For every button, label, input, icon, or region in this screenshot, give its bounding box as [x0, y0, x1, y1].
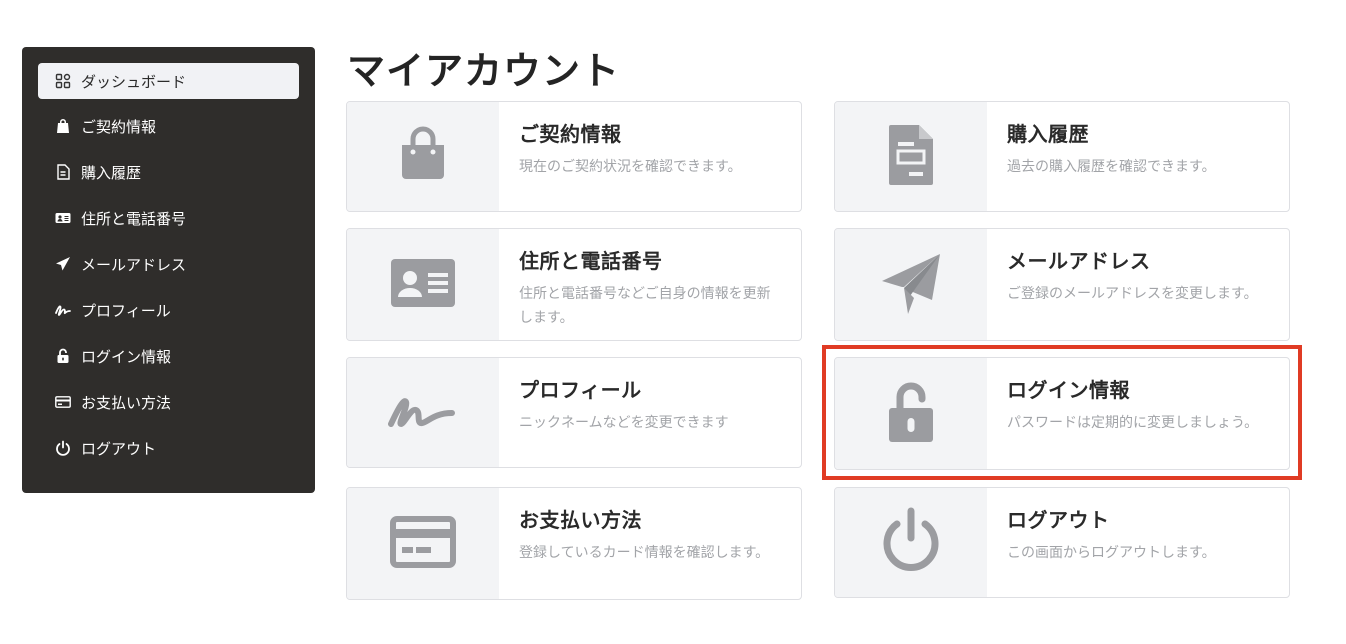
card-description: この画面からログアウトします。: [1007, 545, 1216, 561]
card-body: ご契約情報 現在のご契約状況を確認できます。: [499, 102, 762, 211]
document-icon: [876, 120, 946, 194]
card-purchase-history[interactable]: 購入履歴 過去の購入履歴を確認できます。: [834, 101, 1290, 212]
card-icon-area: [347, 102, 499, 211]
card-body: ログイン情報 パスワードは定期的に変更しましょう。: [987, 358, 1278, 469]
card-body: ログアウト この画面からログアウトします。: [987, 488, 1236, 597]
power-icon: [876, 506, 946, 580]
unlock-icon: [54, 347, 72, 365]
dashboard-icon: [54, 72, 72, 90]
card-description: 住所と電話番号などご自身の情報を更新します。: [519, 286, 771, 326]
card-title: お支払い方法: [519, 508, 642, 532]
unlock-icon: [876, 377, 946, 451]
card-title: メールアドレス: [1007, 249, 1151, 273]
card-icon-area: [347, 229, 499, 340]
power-icon: [54, 439, 72, 457]
card-login-info[interactable]: ログイン情報 パスワードは定期的に変更しましょう。: [834, 357, 1290, 470]
card-icon-area: [835, 488, 987, 597]
page-title: マイアカウント: [347, 49, 621, 93]
card-address[interactable]: 住所と電話番号 住所と電話番号などご自身の情報を更新します。: [346, 228, 802, 341]
sidebar-item-label: ログアウト: [81, 439, 157, 458]
shopping-bag-icon: [54, 117, 72, 135]
sidebar-item-email[interactable]: メールアドレス: [38, 246, 299, 282]
card-profile[interactable]: プロフィール ニックネームなどを変更できます: [346, 357, 802, 468]
paper-plane-icon: [54, 255, 72, 273]
card-logout[interactable]: ログアウト この画面からログアウトします。: [834, 487, 1290, 598]
card-title: ご契約情報: [519, 122, 622, 146]
card-title: ログイン情報: [1007, 378, 1130, 402]
sidebar-item-profile[interactable]: プロフィール: [38, 292, 299, 328]
sidebar-item-address[interactable]: 住所と電話番号: [38, 200, 299, 236]
signature-icon: [54, 301, 72, 319]
credit-card-icon: [388, 507, 458, 581]
card-contract[interactable]: ご契約情報 現在のご契約状況を確認できます。: [346, 101, 802, 212]
card-body: メールアドレス ご登録のメールアドレスを変更します。: [987, 229, 1278, 340]
card-icon-area: [835, 102, 987, 211]
card-description: ニックネームなどを変更できます: [519, 415, 729, 431]
sidebar-item-label: ログイン情報: [81, 347, 172, 366]
card-body: プロフィール ニックネームなどを変更できます: [499, 358, 749, 467]
sidebar-item-label: お支払い方法: [81, 393, 172, 412]
id-card-icon: [388, 248, 458, 322]
card-description: ご登録のメールアドレスを変更します。: [1007, 286, 1258, 302]
sidebar-item-dashboard[interactable]: ダッシュボード: [38, 63, 299, 99]
card-body: 住所と電話番号 住所と電話番号などご自身の情報を更新します。: [499, 229, 801, 340]
card-icon-area: [347, 488, 499, 599]
card-title: プロフィール: [519, 378, 642, 402]
card-payment[interactable]: お支払い方法 登録しているカード情報を確認します。: [346, 487, 802, 600]
sidebar-item-login-info[interactable]: ログイン情報: [38, 338, 299, 374]
credit-card-icon: [54, 393, 72, 411]
signature-icon: [388, 376, 458, 450]
card-title: 住所と電話番号: [519, 249, 663, 273]
document-icon: [54, 163, 72, 181]
card-description: パスワードは定期的に変更しましょう。: [1007, 415, 1259, 431]
card-description: 登録しているカード情報を確認します。: [519, 545, 770, 561]
card-body: 購入履歴 過去の購入履歴を確認できます。: [987, 102, 1236, 211]
card-title: 購入履歴: [1007, 122, 1089, 146]
card-icon-area: [347, 358, 499, 467]
shopping-bag-icon: [388, 120, 458, 194]
sidebar-item-label: 住所と電話番号: [81, 209, 187, 228]
sidebar-item-purchase-history[interactable]: 購入履歴: [38, 154, 299, 190]
sidebar-item-label: メールアドレス: [81, 255, 187, 274]
card-body: お支払い方法 登録しているカード情報を確認します。: [499, 488, 789, 599]
sidebar-item-label: プロフィール: [81, 301, 171, 320]
sidebar-item-payment[interactable]: お支払い方法: [38, 384, 299, 420]
sidebar-item-contract[interactable]: ご契約情報: [38, 108, 299, 144]
id-card-icon: [54, 209, 72, 227]
card-title: ログアウト: [1007, 508, 1110, 532]
card-icon-area: [835, 358, 987, 469]
sidebar-item-label: 購入履歴: [81, 163, 142, 182]
card-email[interactable]: メールアドレス ご登録のメールアドレスを変更します。: [834, 228, 1290, 341]
card-icon-area: [835, 229, 987, 340]
sidebar-item-label: ダッシュボード: [81, 72, 187, 91]
sidebar-item-label: ご契約情報: [81, 117, 157, 136]
card-description: 過去の購入履歴を確認できます。: [1007, 159, 1216, 175]
sidebar-item-logout[interactable]: ログアウト: [38, 430, 299, 466]
card-description: 現在のご契約状況を確認できます。: [519, 159, 742, 175]
paper-plane-icon: [876, 248, 946, 322]
sidebar: ダッシュボード ご契約情報 購入履歴 住所と電話番号 メールアドレス プロフィー…: [22, 47, 315, 493]
